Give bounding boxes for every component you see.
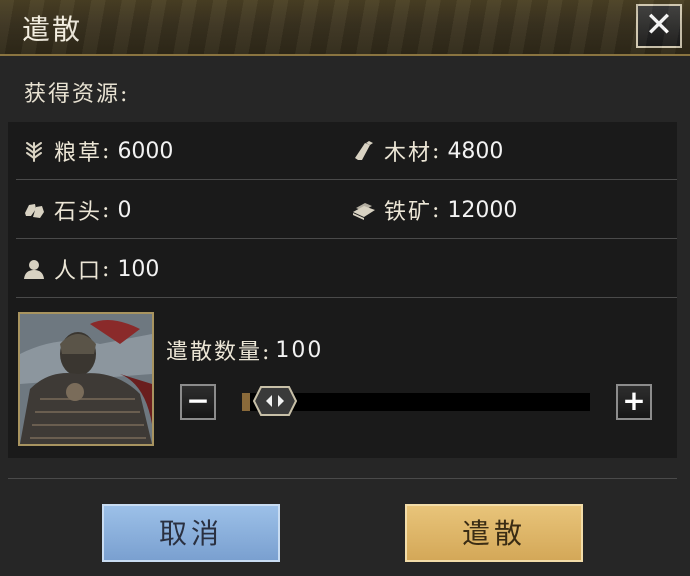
grain-icon bbox=[22, 139, 46, 163]
resource-stone: 石头: 0 bbox=[22, 193, 131, 227]
resource-population: 人口: 100 bbox=[22, 252, 159, 286]
resource-label: 粮草 bbox=[54, 141, 103, 166]
increase-button[interactable]: + bbox=[616, 384, 652, 420]
resource-label: 石头 bbox=[54, 200, 103, 225]
dismiss-quantity: 遣散数量: 100 bbox=[166, 334, 323, 366]
dialog-title: 遣散 bbox=[22, 13, 83, 46]
slider-fill bbox=[242, 393, 250, 411]
slider-handle[interactable] bbox=[252, 385, 298, 417]
divider bbox=[16, 179, 677, 180]
stone-icon bbox=[22, 198, 46, 222]
cancel-button[interactable]: 取消 bbox=[102, 504, 280, 562]
resource-value: 4800 bbox=[447, 138, 504, 164]
divider bbox=[16, 297, 677, 298]
resource-value: 6000 bbox=[117, 138, 174, 164]
confirm-dismiss-button[interactable]: 遣散 bbox=[405, 504, 583, 562]
unit-portrait bbox=[18, 312, 154, 446]
resource-value: 12000 bbox=[447, 197, 518, 223]
dismiss-quantity-value: 100 bbox=[275, 337, 324, 363]
resource-label: 木材 bbox=[384, 141, 433, 166]
population-icon bbox=[22, 257, 46, 281]
resource-wood: 木材: 4800 bbox=[352, 134, 503, 168]
resource-label: 人口 bbox=[54, 259, 103, 284]
quantity-slider[interactable] bbox=[242, 386, 590, 416]
close-button[interactable]: ✕ bbox=[636, 4, 682, 48]
footer-divider bbox=[8, 478, 677, 479]
section-label: 获得资源: bbox=[24, 82, 130, 107]
wood-icon bbox=[352, 139, 376, 163]
iron-ore-icon bbox=[352, 198, 376, 222]
title-bar: 遣散 ✕ bbox=[0, 0, 690, 56]
resource-iron-ore: 铁矿: 12000 bbox=[352, 193, 517, 227]
resource-grain: 粮草: 6000 bbox=[22, 134, 173, 168]
divider bbox=[16, 238, 677, 239]
resource-label: 铁矿 bbox=[384, 200, 433, 225]
decrease-button[interactable]: − bbox=[180, 384, 216, 420]
resource-value: 0 bbox=[117, 197, 132, 223]
resource-value: 100 bbox=[117, 256, 160, 282]
dismiss-quantity-label: 遣散数量: bbox=[166, 340, 272, 365]
